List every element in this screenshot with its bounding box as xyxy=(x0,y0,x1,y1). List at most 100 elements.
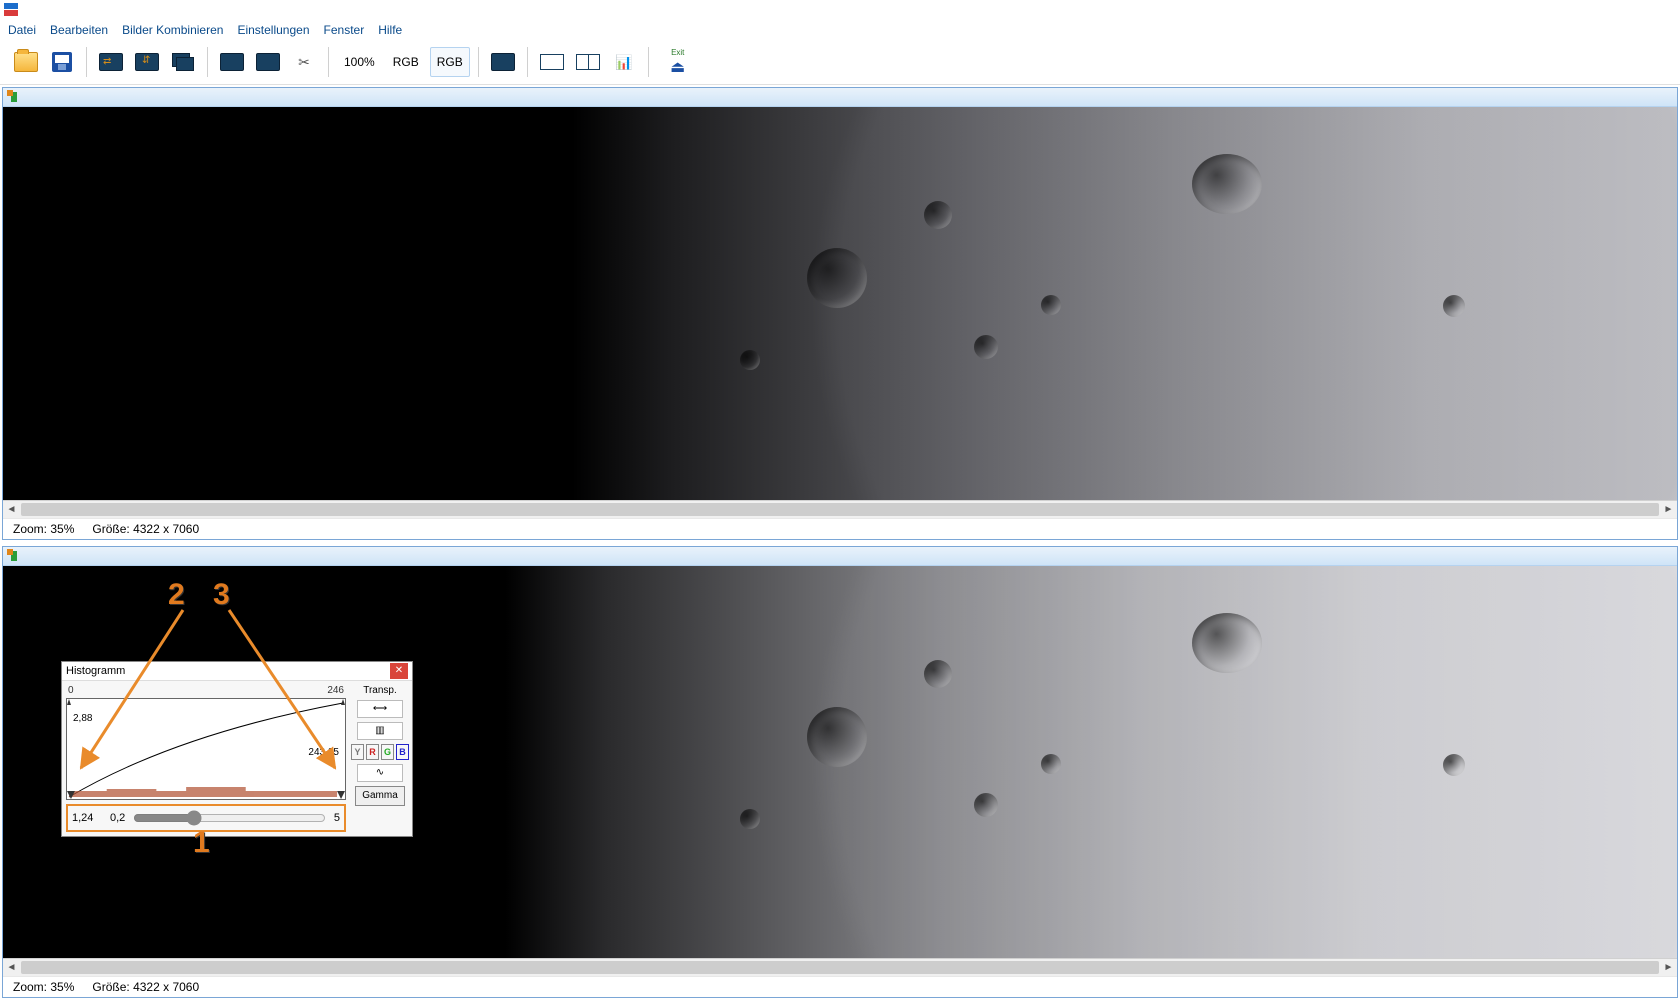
scroll-thumb[interactable] xyxy=(21,503,1659,516)
menu-bearbeiten[interactable]: Bearbeiten xyxy=(50,23,108,37)
tool-button-a[interactable] xyxy=(216,46,248,78)
status-zoom: Zoom: 35% xyxy=(13,980,74,994)
histogram-canvas[interactable]: 2,88 243,05 xyxy=(66,698,346,800)
gamma-max: 5 xyxy=(334,812,340,824)
histogram-body: 0 246 xyxy=(62,681,412,836)
menu-bilder-kombinieren[interactable]: Bilder Kombinieren xyxy=(122,23,223,37)
color-mode-1[interactable]: RGB xyxy=(386,47,426,77)
tool-button-b[interactable] xyxy=(252,46,284,78)
document-window-2: Histogramm ✕ 0 246 xyxy=(2,546,1678,999)
app-window: Datei Bearbeiten Bilder Kombinieren Eins… xyxy=(0,0,1680,1000)
histogram-title-text: Histogramm xyxy=(66,665,125,677)
menu-fenster[interactable]: Fenster xyxy=(324,23,365,37)
channel-y[interactable]: Y xyxy=(351,744,364,760)
histogram-panel[interactable]: Histogramm ✕ 0 246 xyxy=(61,661,413,837)
annotation-3: 3 xyxy=(213,578,230,612)
scissors-icon: ✂ xyxy=(294,52,314,72)
flip-horizontal-button[interactable] xyxy=(95,46,127,78)
flip-h-icon xyxy=(99,53,123,71)
gamma-slider[interactable] xyxy=(133,810,326,826)
dark-icon xyxy=(220,53,244,71)
toolbar-separator xyxy=(207,47,208,77)
status-size: Größe: 4322 x 7060 xyxy=(92,522,199,536)
axis-max: 246 xyxy=(327,685,344,696)
document-icon xyxy=(7,549,21,563)
annotation-1: 1 xyxy=(193,826,210,860)
toolbar-separator xyxy=(648,47,649,77)
main-toolbar: ✂ 100% RGB RGB 📊 Exit ⏏ xyxy=(0,40,1680,85)
chart-button[interactable]: 📊 xyxy=(608,46,640,78)
scroll-thumb[interactable] xyxy=(21,961,1659,974)
exit-button[interactable]: Exit ⏏ xyxy=(657,46,699,78)
channel-g[interactable]: G xyxy=(381,744,394,760)
channel-r[interactable]: R xyxy=(366,744,379,760)
horizontal-scrollbar[interactable]: ◄ ► xyxy=(3,958,1677,976)
gamma-min: 0,2 xyxy=(110,812,125,824)
transp-slider-icon[interactable]: ⟷ xyxy=(357,700,403,718)
floppy-disk-icon xyxy=(52,52,72,72)
selection-button[interactable] xyxy=(487,46,519,78)
folder-open-icon xyxy=(14,52,38,72)
panel-button-1[interactable] xyxy=(536,46,568,78)
toolbar-separator xyxy=(478,47,479,77)
horizontal-scrollbar[interactable]: ◄ ► xyxy=(3,500,1677,518)
close-button[interactable]: ✕ xyxy=(390,663,408,679)
channel-buttons: Y R G B xyxy=(351,744,409,760)
color-mode-2[interactable]: RGB xyxy=(430,47,470,77)
gamma-button[interactable]: Gamma xyxy=(355,786,405,806)
status-zoom: Zoom: 35% xyxy=(13,522,74,536)
histogram-titlebar[interactable]: Histogramm ✕ xyxy=(62,662,412,681)
axis-min: 0 xyxy=(68,685,74,696)
image-viewport[interactable]: Histogramm ✕ 0 246 xyxy=(3,566,1677,959)
gamma-value: 1,24 xyxy=(72,812,104,824)
panel-button-2[interactable] xyxy=(572,46,604,78)
scroll-left-arrow[interactable]: ◄ xyxy=(3,959,20,976)
moon-image xyxy=(3,107,1677,500)
split-panel-icon xyxy=(576,54,600,70)
bars-icon[interactable]: ▥ xyxy=(357,722,403,740)
tool-button-c[interactable]: ✂ xyxy=(288,46,320,78)
document-statusbar: Zoom: 35% Größe: 4322 x 7060 xyxy=(3,976,1677,997)
selection-icon xyxy=(491,53,515,71)
document-icon xyxy=(7,90,21,104)
stack-images-button[interactable] xyxy=(167,46,199,78)
exit-door-icon: ⏏ xyxy=(668,57,688,77)
dark-icon xyxy=(256,53,280,71)
menu-hilfe[interactable]: Hilfe xyxy=(378,23,402,37)
scroll-left-arrow[interactable]: ◄ xyxy=(3,501,20,518)
document-titlebar[interactable] xyxy=(3,88,1677,107)
channel-b[interactable]: B xyxy=(396,744,409,760)
histogram-plot-area: 0 246 xyxy=(66,685,346,832)
panel-icon xyxy=(540,54,564,70)
scroll-right-arrow[interactable]: ► xyxy=(1660,501,1677,518)
document-window-1: ◄ ► Zoom: 35% Größe: 4322 x 7060 xyxy=(2,87,1678,540)
stack-icon xyxy=(172,53,194,71)
menu-einstellungen[interactable]: Einstellungen xyxy=(237,23,309,37)
scroll-right-arrow[interactable]: ► xyxy=(1660,959,1677,976)
curve-icon[interactable]: ∿ xyxy=(357,764,403,782)
document-titlebar[interactable] xyxy=(3,547,1677,566)
chart-icon: 📊 xyxy=(614,52,634,72)
toolbar-separator xyxy=(527,47,528,77)
black-point-value: 2,88 xyxy=(73,713,92,724)
exit-label: Exit xyxy=(671,48,684,57)
white-point-value: 243,05 xyxy=(308,747,339,758)
histogram-side-controls: Transp. ⟷ ▥ Y R G B ∿ Gamma xyxy=(346,685,408,832)
open-button[interactable] xyxy=(10,46,42,78)
image-viewport[interactable] xyxy=(3,107,1677,500)
app-icon xyxy=(4,3,18,17)
save-button[interactable] xyxy=(46,46,78,78)
document-statusbar: Zoom: 35% Größe: 4322 x 7060 xyxy=(3,518,1677,539)
toolbar-separator xyxy=(86,47,87,77)
transp-label: Transp. xyxy=(363,685,397,696)
flip-v-icon xyxy=(135,53,159,71)
zoom-level[interactable]: 100% xyxy=(337,47,382,77)
status-size: Größe: 4322 x 7060 xyxy=(92,980,199,994)
menubar: Datei Bearbeiten Bilder Kombinieren Eins… xyxy=(0,20,1680,40)
toolbar-separator xyxy=(328,47,329,77)
histogram-range-labels: 0 246 xyxy=(66,685,346,696)
flip-vertical-button[interactable] xyxy=(131,46,163,78)
mdi-workspace: ◄ ► Zoom: 35% Größe: 4322 x 7060 xyxy=(0,85,1680,1000)
menu-datei[interactable]: Datei xyxy=(8,23,36,37)
annotation-2: 2 xyxy=(168,578,185,612)
